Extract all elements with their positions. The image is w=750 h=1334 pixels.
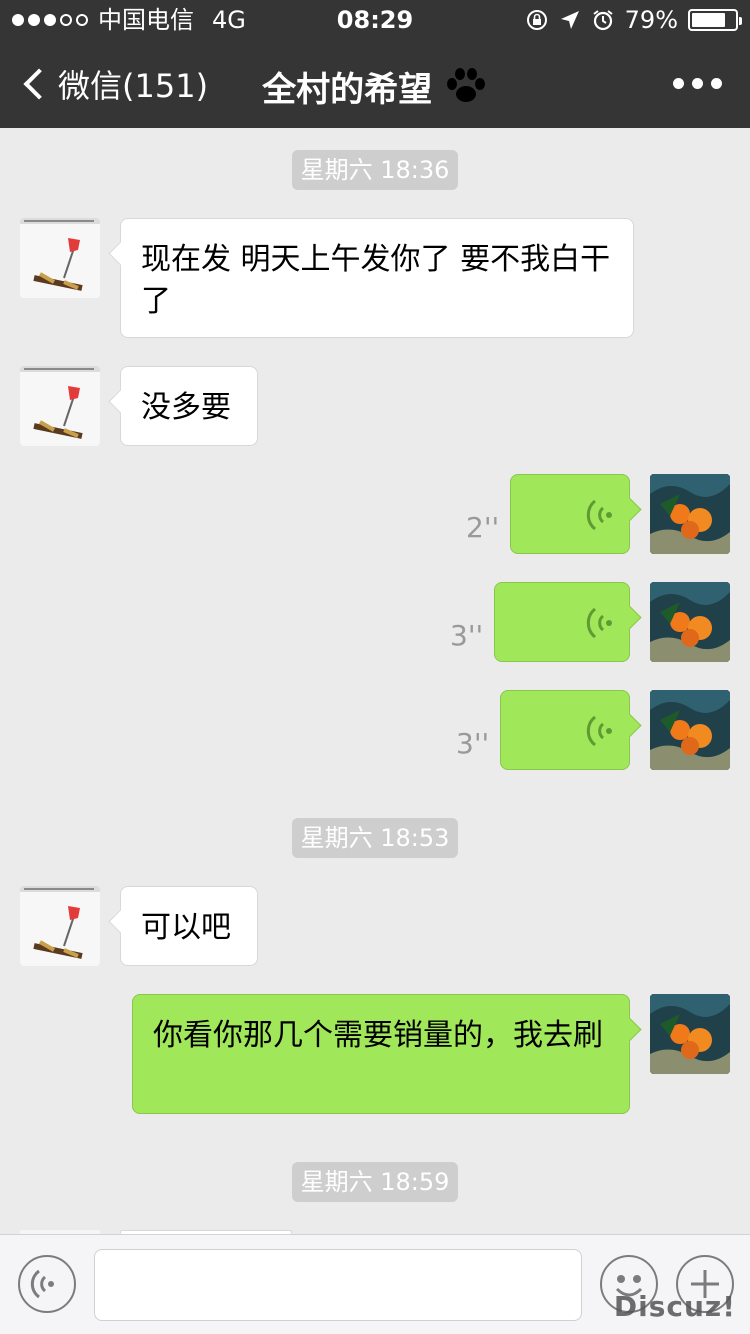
voice-input-button[interactable]: [18, 1255, 76, 1313]
avatar-image: [650, 582, 730, 662]
message-bubble-received[interactable]: 没多要: [120, 366, 258, 446]
message-bubble-sent[interactable]: 你看你那几个需要销量的，我去刷: [132, 994, 630, 1114]
more-icon: [673, 78, 684, 89]
voice-icon: [30, 1269, 54, 1299]
voice-wave-icon: [586, 607, 612, 639]
avatar-image: [650, 994, 730, 1074]
peer-avatar[interactable]: [20, 218, 100, 298]
voice-message-bubble[interactable]: [494, 582, 630, 662]
message-bubble-received[interactable]: 现在发 明天上午发你了 要不我白干了: [120, 218, 634, 338]
paw-icon: [446, 68, 485, 102]
avatar-image: [650, 474, 730, 554]
message-text: 现在发 明天上午发你了 要不我白干了: [141, 242, 611, 319]
chat-title: 全村的希望: [0, 62, 750, 111]
top-bar: 中国电信 4G 08:29 79% 微信(151) 全村的希望: [0, 0, 750, 128]
avatar-image: [650, 690, 730, 770]
voice-duration: 2'': [466, 511, 500, 544]
battery-percent: 79%: [624, 6, 678, 34]
message-bubble-received[interactable]: 可以吧: [120, 886, 258, 966]
battery-fill: [692, 13, 726, 27]
timestamp: 星期六 18:59: [292, 1162, 458, 1202]
rotation-lock-icon: [526, 10, 547, 30]
voice-message-bubble[interactable]: [510, 474, 630, 554]
more-button[interactable]: [673, 78, 722, 89]
message-text: 你看你那几个需要销量的，我去刷: [153, 1018, 603, 1053]
status-right: 79%: [525, 0, 742, 40]
message-input[interactable]: [94, 1249, 582, 1321]
chat-title-text: 全村的希望: [262, 70, 433, 110]
battery-icon: [688, 9, 742, 31]
self-avatar[interactable]: [650, 994, 730, 1074]
voice-wave-icon: [586, 499, 612, 531]
alarm-icon: [593, 10, 613, 31]
peer-avatar[interactable]: [20, 886, 100, 966]
voice-duration: 3'': [456, 727, 490, 760]
voice-wave-icon: [586, 715, 612, 747]
self-avatar[interactable]: [650, 474, 730, 554]
avatar-image: [20, 886, 100, 966]
message-text: 没多要: [141, 390, 231, 425]
voice-duration: 3'': [450, 619, 484, 652]
timestamp: 星期六 18:53: [292, 818, 458, 858]
avatar-image: [20, 366, 100, 446]
voice-message-bubble[interactable]: [500, 690, 630, 770]
peer-avatar[interactable]: [20, 366, 100, 446]
message-text: 可以吧: [141, 910, 231, 945]
self-avatar[interactable]: [650, 690, 730, 770]
nav-bar: 微信(151) 全村的希望: [0, 40, 750, 128]
avatar-image: [20, 218, 100, 298]
self-avatar[interactable]: [650, 582, 730, 662]
timestamp: 星期六 18:36: [292, 150, 458, 190]
location-icon: [560, 11, 579, 29]
watermark: Discuz!: [613, 1290, 736, 1323]
status-bar: 中国电信 4G 08:29 79%: [0, 0, 750, 40]
